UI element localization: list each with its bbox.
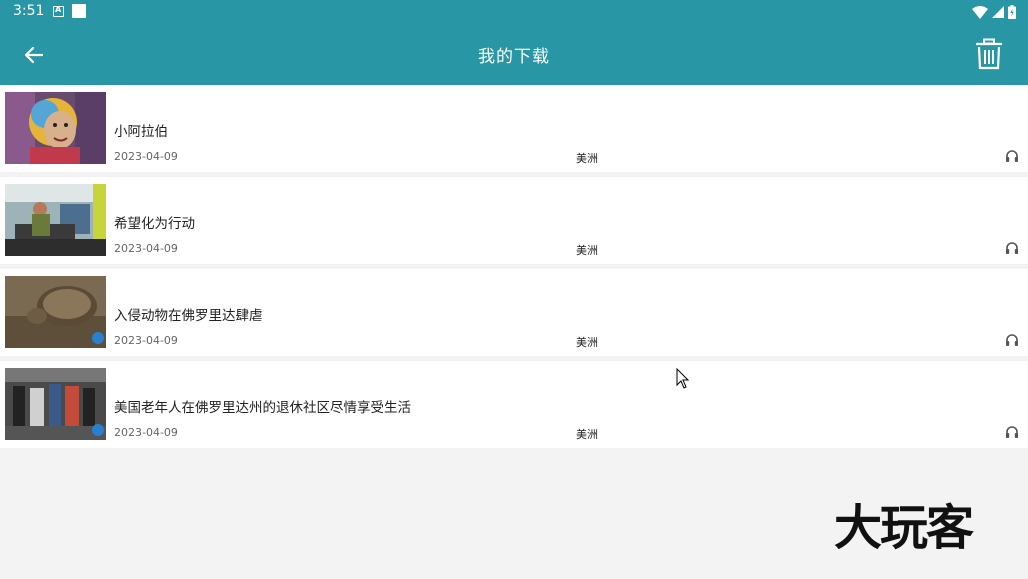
headphones-icon[interactable] [1005,241,1019,254]
app-bar: 我的下载 [0,24,1028,85]
status-bar: 3:51 [0,0,1028,24]
status-indicators [972,3,1016,21]
download-item[interactable]: 美国老年人在佛罗里达州的退休社区尽情享受生活 2023-04-09 美洲 [0,361,1028,448]
item-date: 2023-04-09 [114,242,178,255]
notification-a-icon [53,5,64,17]
status-time: 3:51 [13,3,45,19]
item-date: 2023-04-09 [114,334,178,347]
thumbnail-image [5,92,106,164]
item-category: 美洲 [576,336,598,349]
trash-icon[interactable] [974,38,1004,70]
notification-square-icon [72,4,86,18]
item-date: 2023-04-09 [114,150,178,163]
thumbnail-image [5,276,106,348]
item-title: 入侵动物在佛罗里达肆虐 [114,308,263,324]
download-item[interactable]: 入侵动物在佛罗里达肆虐 2023-04-09 美洲 [0,269,1028,356]
item-title: 美国老年人在佛罗里达州的退休社区尽情享受生活 [114,400,411,416]
signal-icon [992,6,1004,18]
item-title: 小阿拉伯 [114,124,168,140]
download-item[interactable]: 小阿拉伯 2023-04-09 美洲 [0,85,1028,172]
item-date: 2023-04-09 [114,426,178,439]
item-title: 希望化为行动 [114,216,195,232]
watermark-logo: 大玩客 [834,500,974,556]
battery-icon [1008,5,1016,19]
mouse-cursor-icon [676,368,690,389]
item-category: 美洲 [576,244,598,257]
downloads-list: 小阿拉伯 2023-04-09 美洲 希望化为行动 2023-04-09 美洲 [0,85,1028,453]
headphones-icon[interactable] [1005,149,1019,162]
headphones-icon[interactable] [1005,333,1019,346]
download-item[interactable]: 希望化为行动 2023-04-09 美洲 [0,177,1028,264]
wifi-icon [972,5,988,19]
item-category: 美洲 [576,152,598,165]
headphones-icon[interactable] [1005,425,1019,438]
page-title: 我的下载 [478,47,550,67]
thumbnail-image [5,368,106,440]
item-category: 美洲 [576,428,598,441]
thumbnail-image [5,184,106,256]
